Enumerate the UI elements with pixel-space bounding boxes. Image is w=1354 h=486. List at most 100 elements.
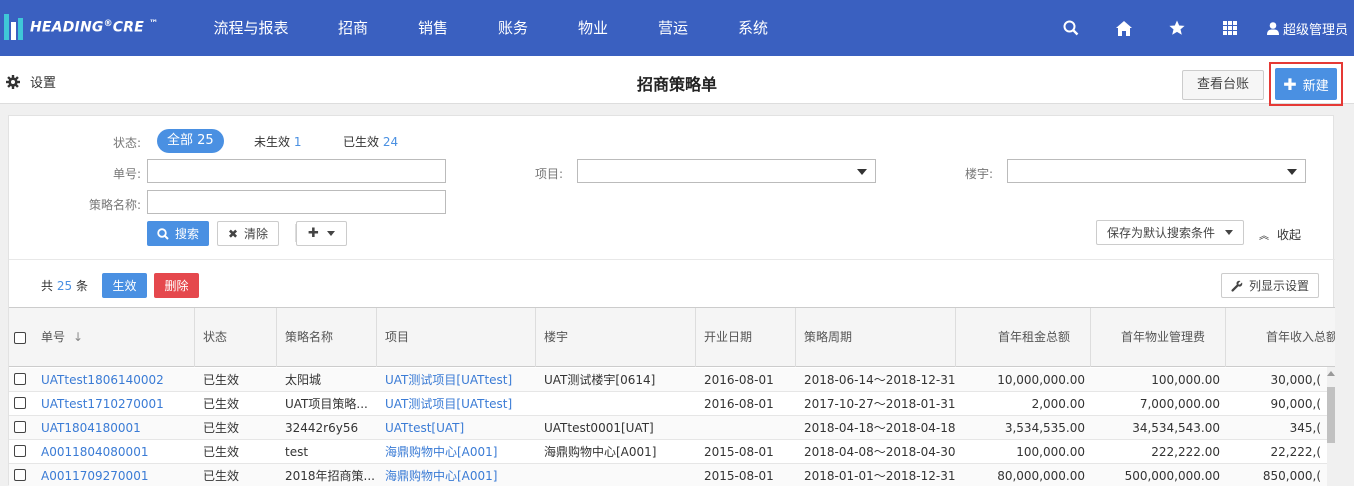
- project-link[interactable]: UAT测试项目[UATtest]: [377, 392, 536, 416]
- gear-icon: [6, 74, 20, 89]
- column-header-status[interactable]: 状态: [195, 308, 277, 367]
- property-fee-cell: 100,000.00: [1151, 373, 1220, 387]
- status-cell: 已生效: [203, 445, 240, 459]
- strategy-code-link[interactable]: A0011709270001: [33, 464, 195, 486]
- nav-item-property[interactable]: 物业: [577, 0, 609, 56]
- chevron-down-icon: [857, 169, 867, 175]
- plus-icon: ✚: [1283, 74, 1297, 94]
- user-icon: [1266, 21, 1279, 35]
- activate-button[interactable]: 生效: [102, 273, 147, 298]
- open-date-cell: 2016-08-01: [704, 397, 774, 411]
- search-button[interactable]: 搜索: [147, 221, 209, 246]
- row-checkbox[interactable]: [14, 445, 26, 457]
- nav-actions: 超级管理员: [1045, 0, 1354, 56]
- column-settings-button[interactable]: 列显示设置: [1221, 273, 1319, 298]
- building-select[interactable]: [1007, 159, 1306, 183]
- settings-link[interactable]: 设置: [6, 72, 56, 91]
- sort-arrow-icon: ↓: [73, 330, 84, 344]
- period-cell: 2018-01-01～2018-12-31: [804, 469, 956, 483]
- building-cell: 海鼎购物中心[A001]: [544, 445, 657, 459]
- clear-button[interactable]: ✖ 清除: [217, 221, 279, 246]
- chevron-down-icon: [326, 231, 335, 236]
- project-link[interactable]: 海鼎购物中心[A001]: [377, 464, 536, 486]
- status-active-filter[interactable]: 已生效 24: [343, 133, 398, 150]
- code-field-label: 单号:: [112, 167, 141, 181]
- open-date-cell: [696, 416, 796, 440]
- column-header-property-fee[interactable]: 首年物业管理费: [1091, 308, 1226, 367]
- strategy-code-link[interactable]: A0011804080001: [33, 440, 195, 464]
- strategy-table: 单号 ↓ 状态 策略名称 项目 楼宇 开业日期 策略周期 首年租金总额 首年物业管…: [9, 307, 1335, 486]
- save-default-search-button[interactable]: 保存为默认搜索条件: [1096, 220, 1244, 245]
- project-select[interactable]: [577, 159, 876, 183]
- column-header-open-date[interactable]: 开业日期: [696, 308, 796, 367]
- rent-total-cell: 100,000.00: [1016, 445, 1085, 459]
- status-cell: 已生效: [203, 469, 240, 483]
- top-navbar: HEADING®CRE ™ 流程与报表 招商 销售 账务 物业 营运 系统 超级…: [0, 0, 1354, 56]
- open-date-cell: 2015-08-01: [704, 445, 774, 459]
- column-header-name[interactable]: 策略名称: [277, 308, 377, 367]
- nav-item-reports[interactable]: 流程与报表: [213, 0, 289, 56]
- column-header-rent-total[interactable]: 首年租金总额: [956, 308, 1091, 367]
- nav-item-system[interactable]: 系统: [737, 0, 769, 56]
- code-input[interactable]: [147, 159, 446, 183]
- add-condition-dropdown[interactable]: ✚: [296, 221, 347, 246]
- strategy-name-cell: test: [285, 445, 309, 459]
- strategy-code-link[interactable]: UATtest1806140002: [33, 368, 195, 392]
- building-field-label: 楼宇:: [964, 167, 993, 181]
- settings-label: 设置: [30, 76, 57, 91]
- view-ledger-button[interactable]: 查看台账: [1182, 70, 1264, 100]
- column-header-period[interactable]: 策略周期: [796, 308, 956, 367]
- chevron-down-icon: [1287, 169, 1297, 175]
- status-all-pill[interactable]: 全部 25: [157, 129, 224, 153]
- scrollbar-thumb[interactable]: [1327, 387, 1335, 443]
- select-all-checkbox[interactable]: [14, 332, 26, 344]
- nav-item-operations[interactable]: 营运: [657, 0, 689, 56]
- strategy-name-input[interactable]: [147, 190, 446, 214]
- property-fee-cell: 7,000,000.00: [1139, 397, 1220, 411]
- period-cell: 2018-06-14～2018-12-31: [804, 373, 956, 387]
- divider: [9, 259, 1335, 260]
- income-total-cell: 30,000,(: [1270, 373, 1321, 387]
- table-row: UATtest1806140002 已生效 太阳城 UAT测试项目[UATtes…: [9, 368, 1335, 392]
- row-checkbox[interactable]: [14, 469, 26, 481]
- record-count: 共 25 条: [41, 279, 88, 293]
- delete-button[interactable]: 删除: [154, 273, 199, 298]
- project-link[interactable]: UAT测试项目[UATtest]: [377, 368, 536, 392]
- strategy-name-cell: 32442r6y56: [285, 421, 359, 435]
- table-scrollbar[interactable]: [1327, 367, 1335, 486]
- table-row: A0011804080001 已生效 test 海鼎购物中心[A001] 海鼎购…: [9, 440, 1335, 464]
- search-icon[interactable]: [1045, 0, 1098, 56]
- property-fee-cell: 500,000,000.00: [1124, 469, 1220, 483]
- nav-item-leasing[interactable]: 招商: [337, 0, 369, 56]
- status-inactive-filter[interactable]: 未生效 1: [254, 133, 301, 150]
- rent-total-cell: 10,000,000.00: [997, 373, 1085, 387]
- column-header-code[interactable]: 单号 ↓: [33, 308, 195, 367]
- nav-item-accounts[interactable]: 账务: [497, 0, 529, 56]
- property-fee-cell: 222,222.00: [1151, 445, 1220, 459]
- project-link[interactable]: UATtest[UAT]: [377, 416, 536, 440]
- home-icon[interactable]: [1098, 0, 1151, 56]
- row-checkbox[interactable]: [14, 373, 26, 385]
- user-menu[interactable]: 超级管理员: [1257, 19, 1354, 38]
- new-button[interactable]: ✚ 新建: [1275, 68, 1337, 100]
- column-header-project[interactable]: 项目: [377, 308, 536, 367]
- apps-grid-icon[interactable]: [1204, 0, 1257, 56]
- star-icon[interactable]: [1151, 0, 1204, 56]
- collapse-filters-button[interactable]: ︽ 收起: [1259, 226, 1301, 243]
- chevron-down-icon: [1225, 230, 1233, 235]
- column-header-building[interactable]: 楼宇: [536, 308, 696, 367]
- nav-item-sales[interactable]: 销售: [417, 0, 449, 56]
- page-header: 招商策略单 设置 查看台账 ✚ 新建: [0, 56, 1354, 106]
- strategy-code-link[interactable]: UAT1804180001: [33, 416, 195, 440]
- income-total-cell: 850,000,(: [1262, 469, 1321, 483]
- column-header-income-total[interactable]: 首年收入总额: [1226, 308, 1335, 367]
- content-panel: 状态: 全部 25 未生效 1 已生效 24 单号: 项目: 楼宇: 策略名称:…: [8, 115, 1335, 486]
- strategy-code-link[interactable]: UATtest1710270001: [33, 392, 195, 416]
- project-link[interactable]: 海鼎购物中心[A001]: [377, 440, 536, 464]
- status-filter-label: 状态:: [112, 136, 141, 150]
- brand-logo[interactable]: HEADING®CRE ™: [4, 10, 158, 44]
- row-checkbox[interactable]: [14, 421, 26, 433]
- logo-mark-icon: [4, 14, 24, 40]
- row-checkbox[interactable]: [14, 397, 26, 409]
- scroll-up-icon[interactable]: [1327, 371, 1335, 376]
